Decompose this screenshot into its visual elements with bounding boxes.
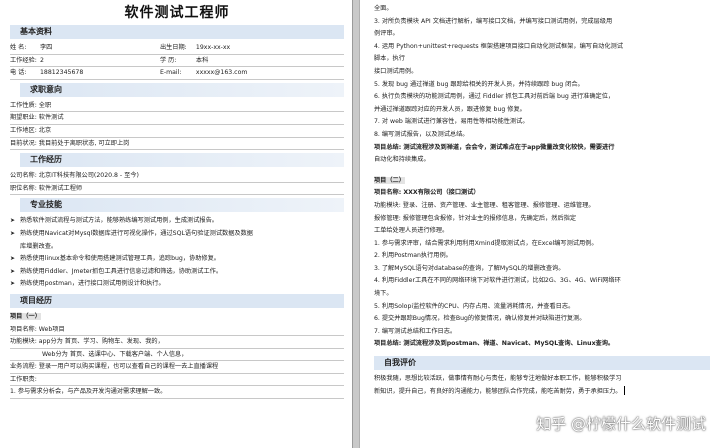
bullet-arrow-icon: ➤	[10, 229, 16, 237]
section-header-self: 自我评价	[374, 356, 710, 371]
label-name: 姓 名:	[10, 44, 27, 51]
skill-item: ➤ 熟悉使用linux基本命令和使用搭建测试管理工具，追踪bug，协助修复。	[10, 253, 344, 266]
text-line: 境下。	[374, 290, 393, 298]
value-edu: 本科	[195, 56, 209, 64]
project-two-title: 项目（二）	[374, 176, 405, 184]
value-name: 李四	[39, 44, 53, 51]
skill-item-continued: 库增删改查。	[20, 242, 58, 250]
skill-item: ➤ 熟练使用Fiddler、Jmeter抓包工具进行信息过滤和筛选，协助测试工作。	[10, 266, 344, 279]
work-line: 职位名称: 软件测试工程师	[10, 183, 344, 196]
value-email: xxxxx@163.com	[195, 69, 248, 77]
project-line: 1. 参与需求分析会，与产品及开发沟通对需求理解一致。	[10, 386, 344, 400]
text-line: 3. 对所负责模块 API 文档进行解析，编写接口文档，并编写接口测试用例，完成…	[374, 17, 613, 25]
section-header-basic: 基本资料	[10, 25, 344, 39]
text-cursor	[623, 386, 625, 396]
text-line: 5. 利用Solopi监控软件的CPU、内存占用、流量消耗情况，并查看日志。	[374, 302, 575, 310]
self-evaluation-line: 新知识，提升自己，有良好的沟通能力，能够团队合作完成，能吃苦耐劳，勇于承担压力。	[374, 386, 710, 399]
text-line: 2. 利用Postman执行用例。	[374, 252, 452, 260]
label-tel: 电 话:	[10, 69, 27, 77]
label-edu: 学 历:	[159, 56, 177, 64]
text-line: 7. 对 web 端测试进行兼容性，易用性等相功能性测试。	[374, 118, 529, 126]
text-line: 工单给处理人员进行修理。	[374, 227, 449, 235]
skill-item: ➤ 熟练使用Navicat对Mysql数据库进行可视化操作，通过SQL语句验证测试…	[10, 228, 344, 241]
resume-page-right: 全面。 3. 对所负责模块 API 文档进行解析，编写接口文档，并编写接口测试用…	[360, 0, 720, 448]
section-header-intent: 求职意向	[20, 82, 344, 97]
row-tel-email: 电 话: 18812345678 E-mail: xxxxx@163.com	[10, 67, 344, 80]
bullet-arrow-icon: ➤	[10, 280, 16, 288]
text-line: 项目总结: 测试流程涉及到禅道，会会令，测试难点在于app微量改变化较快，需要进…	[374, 143, 615, 151]
row-name-birth: 姓 名: 李四 出生日期: 19xx-xx-xx	[10, 42, 344, 55]
text-line: 5. 发现 bug 通过禅道 bug 跟踪给相关的开发人员，并持续跟踪 bug …	[374, 80, 584, 88]
value-tel: 18812345678	[39, 69, 84, 77]
value-exp: 2	[39, 56, 44, 64]
section-header-skills: 专业技能	[20, 198, 344, 213]
intent-line: 工作地区: 北京	[10, 125, 344, 138]
label-exp: 工作经验:	[10, 56, 37, 64]
text-line: 7. 编写测试总结和工作日志。	[374, 327, 457, 335]
text-line: 接口测试用例。	[374, 67, 418, 75]
text-line: 项目总结: 测试流程涉及到postman、禅道、Navicat、MySQL查询、…	[374, 340, 615, 348]
self-evaluation-line: 积极我随，思想比较活跃，做事情有耐心与责任，能够专注地做好本职工作，能够积极学习	[374, 375, 622, 383]
project-line: Web分为 首页、选课中心、下载客户端、个人信息，	[10, 349, 344, 362]
project-line: 项目名称: Web项目	[10, 324, 344, 337]
text-line: 4. 利用Fiddler工具在不同的网络环境下对软件进行测试，比如2G、3G、4…	[374, 277, 621, 285]
text-line: 功能模块: 登录、注册、资产管理、业主管理、租客管理、报修管理、运维管理。	[374, 201, 595, 209]
text-line: 1. 参与需求评审，结合需求利用利用Xmind提取测试点，在Excel编写测试用…	[374, 239, 598, 247]
text-line: 报修管理: 报修管理包含报修，针对业主的报修信息，先确定后，然后指定	[374, 214, 577, 222]
value-birth: 19xx-xx-xx	[195, 44, 231, 51]
intent-line: 期望职业: 软件测试	[10, 112, 344, 125]
bullet-arrow-icon: ➤	[10, 255, 16, 263]
resume-page-left: 软件测试工程师 基本资料 姓 名: 李四 出生日期: 19xx-xx-xx 工作…	[0, 0, 352, 448]
intent-line: 目前状况: 我目前处于离职状态, 可立即上岗	[10, 138, 344, 151]
intent-line: 工作性质: 全职	[10, 100, 344, 113]
label-email: E-mail:	[159, 69, 182, 77]
section-header-projects: 项目经历	[10, 293, 344, 308]
text-line: 项目名称: XXX有限公司（接口测试）	[374, 189, 480, 197]
work-line: 公司名称: 北京IT科技有限公司(2020.8 - 至今)	[10, 170, 344, 183]
text-line: 4. 运用 Python+unittest+requests 框架搭建项目接口自…	[374, 42, 623, 50]
document-title: 软件测试工程师	[124, 5, 230, 21]
skill-item: ➤ 熟练使用postman，进行接口测试用例设计和执行。	[10, 278, 344, 291]
text-line: 并通过禅道跟踪对应的开发人员，跟进修复 bug 修复。	[374, 105, 526, 113]
text-line: 全面。	[374, 5, 393, 12]
text-line: 例评审。	[374, 30, 399, 38]
label-birth: 出生日期:	[159, 44, 187, 51]
bullet-arrow-icon: ➤	[10, 217, 16, 225]
skill-item: ➤ 熟悉软件测试流程与测试方法，能够熟练编写测试用例，生成测试报告。	[10, 215, 344, 228]
project-one-title: 项目（一）	[10, 312, 41, 320]
text-line: 脚本，执行	[374, 55, 405, 63]
page-gap	[352, 0, 360, 448]
text-line: 3. 了解MySQL语句对database的查询，了解MySQL的增删改查询。	[374, 264, 565, 272]
project-line: 功能模块: app分为 首页、学习、购物车、发现、我的，	[10, 336, 344, 349]
project-line: 工作职责:	[10, 374, 344, 387]
project-line: 业务流程: 登录一用户可以购买课程，也可以查看自己的课程一去上直播课程	[10, 361, 344, 374]
text-line: 6. 提交并跟踪Bug情况，检查Bug的修复情况，确认修复并对缺陷进行复测。	[374, 315, 586, 323]
text-line: 6. 执行负责模块的功能测试用例，通过 Fiddler 抓包工具对前后端 bug…	[374, 93, 615, 101]
section-header-work: 工作经历	[20, 153, 344, 168]
row-exp-edu: 工作经验: 2 学 历: 本科	[10, 55, 344, 68]
text-line: 自动化和持续集成。	[374, 156, 430, 164]
text-line: 8. 编写测试报告，以及测试总结。	[374, 130, 469, 138]
watermark: 知乎 @柠檬什么软件测试	[536, 415, 706, 433]
bullet-arrow-icon: ➤	[10, 267, 16, 275]
